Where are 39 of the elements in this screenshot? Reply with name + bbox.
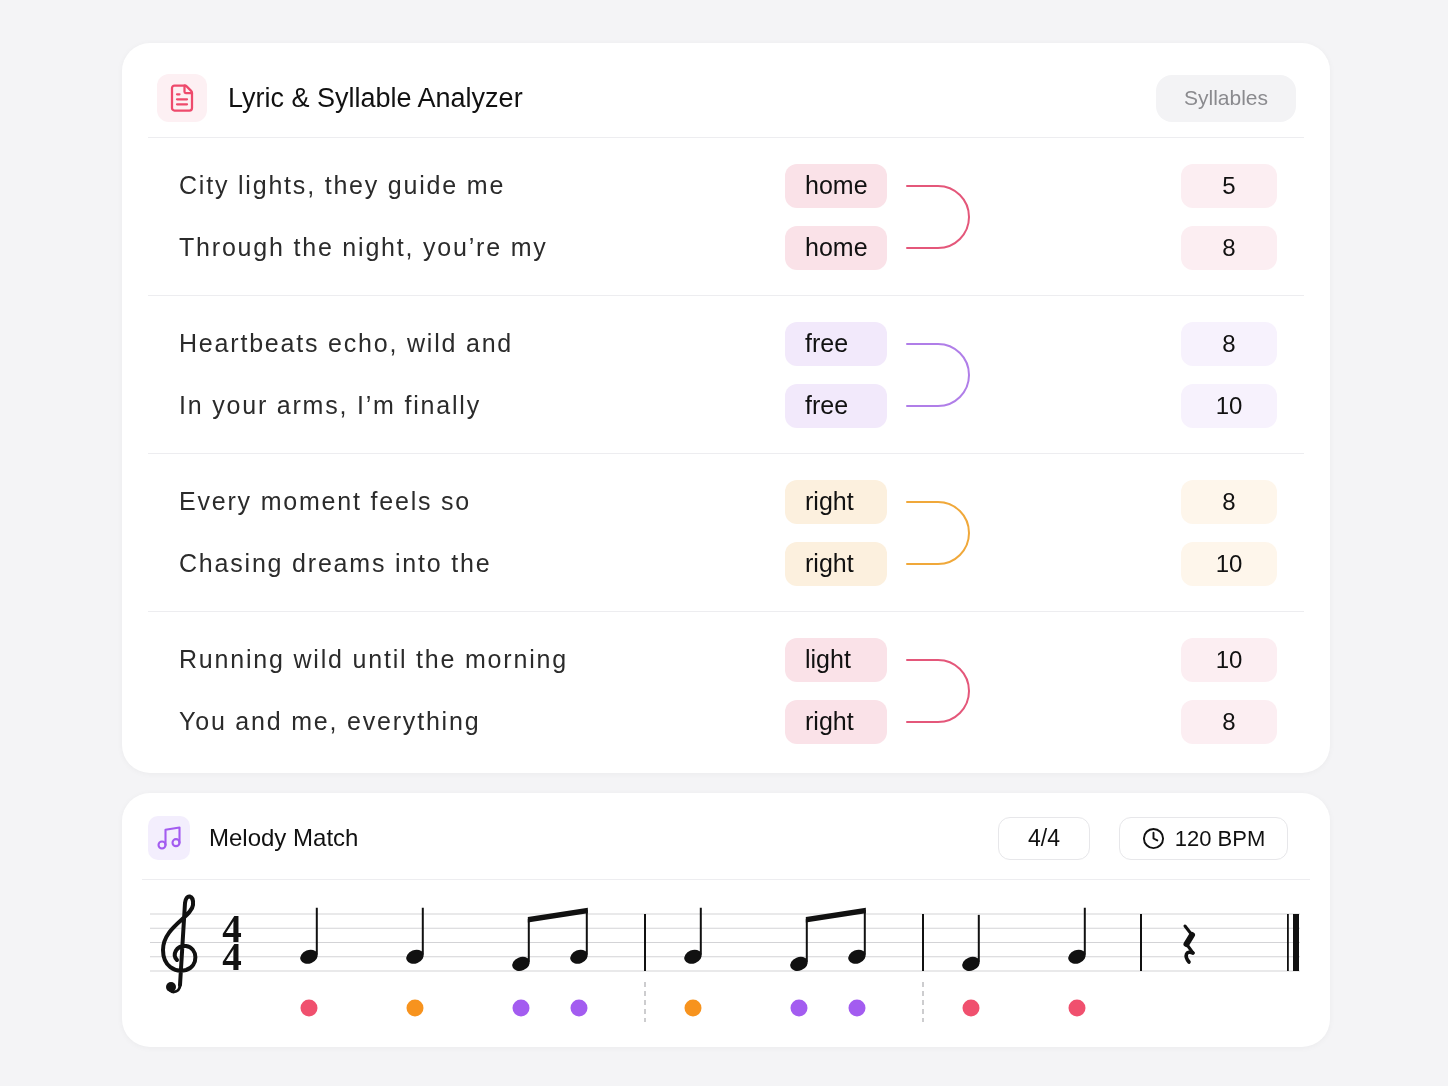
syllable-count: 8 [1181, 480, 1277, 524]
lyric-line: You and me, everything [179, 706, 482, 738]
syllable-count: 10 [1181, 384, 1277, 428]
card-title: Lyric & Syllable Analyzer [228, 81, 523, 115]
syllable-count: 5 [1181, 164, 1277, 208]
note-beam-icon [527, 907, 588, 923]
note-beam-icon [805, 907, 866, 923]
syllable-count: 10 [1181, 542, 1277, 586]
quarter-rest-icon [1183, 924, 1195, 964]
rhyme-word: right [785, 480, 887, 524]
rhyme-word: home [785, 164, 887, 208]
lyric-line: Heartbeats echo, wild and [179, 328, 515, 360]
bar-line [1140, 913, 1142, 972]
final-bar-line [1287, 914, 1299, 971]
syllable-count: 10 [1181, 638, 1277, 682]
clock-icon [1141, 826, 1165, 850]
syllable-count: 8 [1181, 700, 1277, 744]
rhyme-word: light [785, 638, 887, 682]
lyric-line: Every moment feels so [179, 486, 473, 518]
rhyme-word: right [785, 700, 887, 744]
rhyme-word: right [785, 542, 887, 586]
treble-clef-icon [161, 894, 198, 994]
syllable-count: 8 [1181, 322, 1277, 366]
bar-line [644, 913, 646, 972]
lyric-line: Through the night, you’re my [179, 232, 549, 264]
lyric-line: Running wild until the morning [179, 644, 569, 676]
lyric-line: City lights, they guide me [179, 170, 507, 202]
card-title: Melody Match [209, 823, 359, 853]
document-icon [157, 74, 207, 122]
syllable-count: 8 [1181, 226, 1277, 270]
rhyme-word: free [785, 384, 887, 428]
rhyme-word: home [785, 226, 887, 270]
lyric-line: Chasing dreams into the [179, 548, 493, 580]
bar-line [922, 913, 924, 972]
music-note-icon [148, 816, 190, 860]
lyric-line: In your arms, I’m finally [179, 390, 482, 422]
rhyme-word: free [785, 322, 887, 366]
tempo-button[interactable]: 120 BPM [1119, 816, 1288, 860]
time-signature-button[interactable]: 4/4 [998, 816, 1090, 860]
